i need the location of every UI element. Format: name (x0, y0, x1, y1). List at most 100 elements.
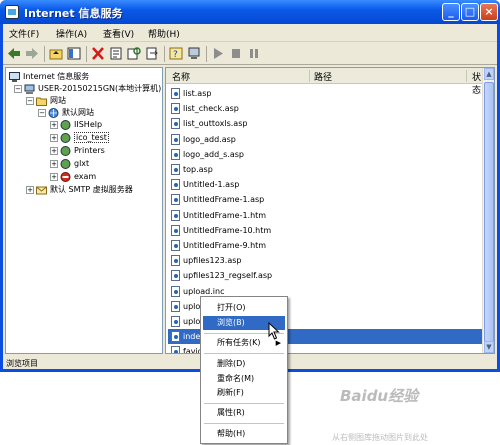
status-text: 浏览项目 (6, 359, 38, 368)
collapse-toggle[interactable]: − (26, 97, 34, 105)
tree-sites-label: 网站 (50, 96, 66, 105)
show-tree-icon[interactable] (67, 47, 81, 60)
vertical-scrollbar[interactable]: ▲ ▼ (482, 68, 494, 353)
tree-root-label: Internet 信息服务 (23, 72, 90, 81)
list-item-name: logo_add.asp (183, 134, 236, 144)
list-item-name: UntitledFrame-10.htm (183, 225, 272, 235)
asp-file-icon (171, 103, 180, 115)
list-item[interactable]: list_outtoxls.asp (168, 116, 486, 131)
ctx-rename[interactable]: 重命名(M) (203, 372, 285, 386)
computer-icon[interactable] (187, 47, 201, 60)
asp-file-icon (171, 88, 180, 99)
pause-icon[interactable] (247, 47, 261, 60)
refresh-icon[interactable] (127, 47, 141, 60)
watermark: Baidu经验 (340, 387, 419, 405)
ctx-delete[interactable]: 删除(D) (203, 357, 285, 371)
tree-child-iishelp[interactable]: IISHelp (60, 119, 102, 131)
maximize-button[interactable]: □ (461, 3, 479, 21)
list-item[interactable]: logo_add_s.asp (168, 147, 486, 162)
list-item[interactable]: Untitled-1.asp (168, 177, 486, 192)
svg-text:?: ? (173, 50, 178, 60)
close-button[interactable]: × (480, 3, 498, 21)
scroll-thumb[interactable] (484, 82, 494, 342)
collapse-toggle[interactable]: − (14, 85, 22, 93)
mouse-cursor-icon (268, 322, 280, 340)
context-menu: 打开(O) 浏览(B) 所有任务(K) ▶ 删除(D) 重命名(M) 刷新(F)… (200, 296, 288, 444)
list-item[interactable]: UntitledFrame-10.htm (168, 223, 486, 238)
tree-smtp[interactable]: 默认 SMTP 虚拟服务器 (36, 184, 133, 196)
properties-icon[interactable] (109, 47, 123, 60)
asp-file-icon (171, 133, 180, 145)
expand-toggle[interactable]: + (50, 121, 58, 129)
minimize-button[interactable]: _ (442, 3, 460, 21)
collapse-toggle[interactable]: − (38, 109, 46, 117)
column-divider[interactable] (466, 70, 467, 82)
list-item[interactable]: list.asp (168, 86, 486, 101)
menu-action[interactable]: 操作(A) (56, 27, 87, 40)
toolbar-separator (206, 46, 207, 62)
stop-icon[interactable] (229, 47, 243, 60)
forward-arrow-icon[interactable] (25, 47, 39, 60)
tree-computer-label: USER-20150215GN(本地计算机) (38, 84, 162, 93)
list-item[interactable]: top.asp (168, 162, 486, 177)
tree-sites-folder[interactable]: 网站 (36, 95, 66, 107)
list-item[interactable]: UntitledFrame-1.asp (168, 192, 486, 207)
back-arrow-icon[interactable] (7, 47, 21, 60)
list-item-name: top.asp (183, 165, 213, 174)
menu-file[interactable]: 文件(F) (9, 27, 39, 40)
expand-toggle[interactable]: + (50, 147, 58, 155)
asp-file-icon (171, 331, 180, 343)
tree-child-ico-test[interactable]: ico_test (60, 132, 109, 144)
up-folder-icon[interactable] (49, 47, 63, 60)
asp-file-icon (171, 194, 180, 206)
ctx-open[interactable]: 打开(O) (203, 301, 285, 315)
help-icon[interactable]: ? (169, 47, 183, 60)
list-item[interactable]: upfiles123.asp (168, 253, 486, 268)
ctx-refresh[interactable]: 刷新(F) (203, 386, 285, 400)
menu-view[interactable]: 查看(V) (103, 27, 134, 40)
tree-child-label: glxt (74, 159, 90, 168)
list-item[interactable]: UntitledFrame-9.htm (168, 238, 486, 253)
list-item[interactable]: list_check.asp (168, 101, 486, 116)
play-icon[interactable] (211, 47, 225, 60)
smtp-server-icon (36, 186, 47, 194)
stopped-site-icon (60, 171, 71, 182)
toolbar-separator (44, 46, 45, 62)
asp-file-icon (171, 240, 180, 251)
list-item[interactable]: UntitledFrame-1.htm (168, 208, 486, 223)
computer-node-icon (24, 84, 35, 94)
tree-pane[interactable]: Internet 信息服务 − USER-20150215GN(本地计算机) −… (5, 67, 163, 354)
ctx-properties[interactable]: 属性(R) (203, 406, 285, 420)
tree-child-printers[interactable]: Printers (60, 145, 105, 157)
tree-smtp-label: 默认 SMTP 虚拟服务器 (50, 185, 133, 194)
menu-help[interactable]: 帮助(H) (148, 27, 180, 40)
expand-toggle[interactable]: + (50, 173, 58, 181)
ctx-help[interactable]: 帮助(H) (203, 427, 285, 441)
tree-default-site[interactable]: 默认网站 (48, 107, 94, 119)
globe-icon (60, 158, 71, 169)
expand-toggle[interactable]: + (50, 134, 58, 142)
expand-toggle[interactable]: + (50, 160, 58, 168)
list-item[interactable]: upfiles123_regself.asp (168, 268, 486, 283)
title-bar[interactable]: Internet 信息服务 _ □ × (0, 0, 500, 24)
iis-app-icon (5, 5, 19, 19)
scroll-down-arrow-icon[interactable]: ▼ (484, 341, 494, 353)
column-divider[interactable] (309, 70, 310, 82)
tree-child-glxt[interactable]: glxt (60, 158, 89, 170)
asp-file-icon (171, 148, 180, 160)
delete-icon[interactable] (91, 47, 105, 60)
asp-file-icon (171, 316, 180, 327)
column-name[interactable]: 名称 (172, 70, 190, 83)
expand-toggle[interactable]: + (26, 186, 34, 194)
column-path[interactable]: 路径 (314, 70, 332, 83)
tree-child-label: Printers (74, 146, 105, 155)
scroll-up-arrow-icon[interactable]: ▲ (484, 68, 494, 80)
export-icon[interactable] (145, 47, 159, 60)
list-item[interactable]: logo_add.asp (168, 132, 486, 147)
tree-child-exam[interactable]: exam (60, 171, 96, 183)
toolbar-separator (164, 46, 165, 62)
tree-root[interactable]: Internet 信息服务 (9, 71, 89, 83)
tree-computer[interactable]: USER-20150215GN(本地计算机) (24, 83, 161, 95)
asp-file-icon (171, 270, 180, 282)
toolbar-separator (86, 46, 87, 62)
